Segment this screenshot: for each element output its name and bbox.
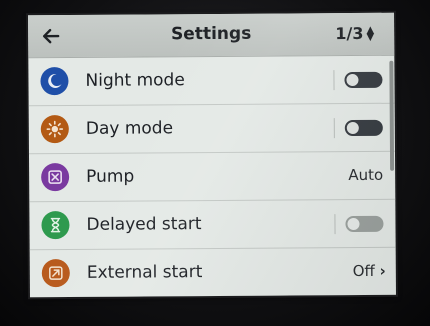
night-mode-toggle[interactable] [344,71,383,89]
setting-row-pump[interactable]: Pump Auto [28,151,396,203]
divider [333,118,335,139]
external-start-value: Off › [353,262,386,280]
external-start-icon [41,258,70,288]
moon-icon [40,67,69,96]
header-bar: Settings 1/3 ▲ ▼ [28,12,395,59]
chevron-right-icon: › [379,261,386,280]
setting-row-delayed-start[interactable]: Delayed start [29,199,396,251]
up-down-arrows-icon: ▲ ▼ [366,24,375,43]
delayed-start-toggle[interactable] [345,215,384,233]
setting-row-external-start[interactable]: External start Off › [29,247,396,298]
divider [334,214,336,235]
page-indicator-text: 1/3 [335,23,364,44]
sun-icon [40,114,69,144]
device-screen: Settings 1/3 ▲ ▼ Night mode Day mode Pum… [28,12,396,298]
divider [333,70,335,91]
settings-list: Night mode Day mode Pump Auto Delayed st… [28,55,396,298]
pump-icon [41,162,70,192]
setting-label: Day mode [85,118,174,139]
page-indicator[interactable]: 1/3 ▲ ▼ [335,24,374,43]
setting-label: External start [86,262,203,283]
setting-row-night-mode[interactable]: Night mode [28,55,395,107]
setting-label: Delayed start [86,214,202,235]
external-start-value-text: Off [352,261,375,281]
scrollbar[interactable] [389,60,395,171]
setting-row-day-mode[interactable]: Day mode [28,103,395,155]
day-mode-toggle[interactable] [344,119,383,137]
pump-value: Auto [348,165,384,185]
hourglass-icon [41,210,70,240]
toggle-knob [347,217,360,231]
setting-label: Pump [86,166,135,187]
toggle-knob [346,121,359,135]
setting-label: Night mode [85,70,185,91]
toggle-knob [346,73,359,87]
